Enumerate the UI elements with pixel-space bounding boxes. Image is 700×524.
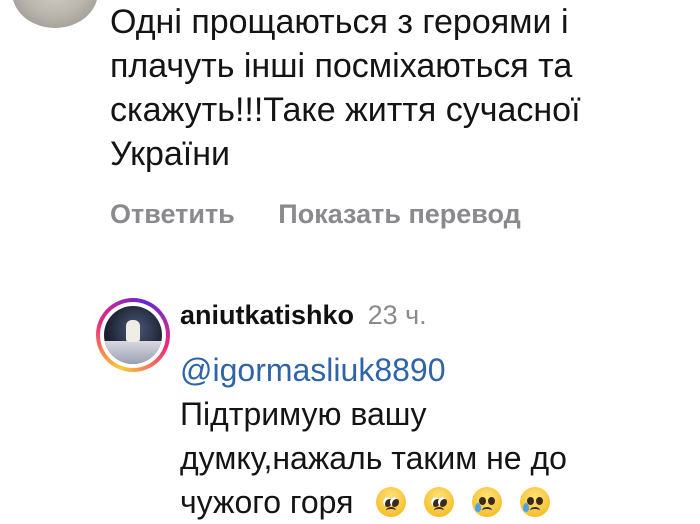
comment-text: Одні прощаються з героями і плачуть інші… [110,0,690,176]
reply-avatar [104,306,162,364]
reply-line: Підтримую вашу [180,396,427,432]
pleading-face-emoji [376,487,407,517]
reply-header: aniutkatishko 23 ч. [180,300,427,331]
reply-username[interactable]: aniutkatishko [180,300,354,330]
reply-timestamp: 23 ч. [367,300,427,330]
mention-link[interactable]: @igormasliuk8890 [180,348,685,392]
pleading-face-emoji [424,487,455,517]
comment-line: плачуть інші посміхаються та [110,47,573,85]
reply-line: думку,нажаль таким не до [180,440,567,476]
comment-line: скажуть!!!Таке життя сучасної [110,91,581,129]
comment-line: Одні прощаються з героями і [110,3,569,41]
reply-text: @igormasliuk8890 Підтримую вашу думку,на… [180,348,685,524]
comment-line: України [110,135,230,173]
reply-avatar-story-ring[interactable] [96,298,170,372]
reply-line: чужого горя [180,484,354,520]
sad-but-relieved-face-emoji [520,487,551,517]
sad-but-relieved-face-emoji [472,487,503,517]
show-translation-button[interactable]: Показать перевод [278,199,521,229]
commenter-avatar[interactable] [12,0,98,28]
comment-actions: Ответить Показать перевод [110,199,521,230]
reply-button[interactable]: Ответить [110,199,235,229]
